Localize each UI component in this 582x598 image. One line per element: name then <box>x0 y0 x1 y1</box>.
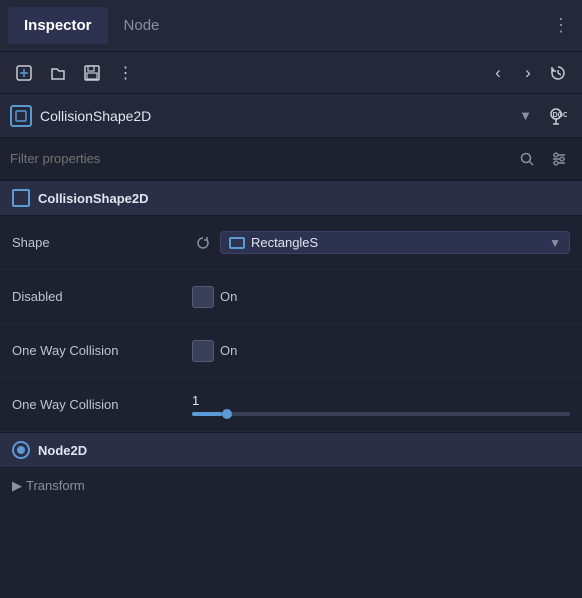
node2d-header-label: Node2D <box>38 443 87 458</box>
slider-thumb[interactable] <box>222 409 232 419</box>
one-way-collision-margin-row: One Way Collision 1 <box>0 378 582 432</box>
filter-bar <box>0 138 582 180</box>
disabled-property-row: Disabled On <box>0 270 582 324</box>
shape-dropdown-label: RectangleS <box>251 235 543 250</box>
node-selector: CollisionShape2D ▼ DOC <box>0 94 582 138</box>
nav-group: ‹ › <box>484 59 572 87</box>
one-way-collision-toggle-label: On <box>220 343 237 358</box>
transform-label: Transform <box>26 478 85 493</box>
toolbar: ⋮ ‹ › <box>0 52 582 94</box>
collision-shape-header-icon <box>12 189 30 207</box>
settings-icon[interactable] <box>546 146 572 172</box>
collision-shape-section-header: CollisionShape2D <box>0 180 582 216</box>
expand-arrow-icon: ▶ <box>12 478 22 494</box>
tab-node[interactable]: Node <box>108 7 176 44</box>
disabled-toggle-label: On <box>220 289 237 304</box>
more-options-icon[interactable]: ⋮ <box>112 59 140 87</box>
node2d-section-header: Node2D <box>0 432 582 468</box>
slider-fill <box>192 412 222 416</box>
shape-value: RectangleS ▼ <box>192 231 570 254</box>
collision-shape-header-label: CollisionShape2D <box>38 191 149 206</box>
node2d-dot <box>17 446 25 454</box>
shape-dropdown[interactable]: RectangleS ▼ <box>220 231 570 254</box>
svg-text:DOC: DOC <box>553 112 568 119</box>
one-way-collision-margin-value-area: 1 <box>192 393 570 416</box>
filter-icons <box>514 146 572 172</box>
node-type-label: CollisionShape2D <box>40 108 511 124</box>
shape-property-row: Shape RectangleS ▼ <box>0 216 582 270</box>
save-icon[interactable] <box>78 59 106 87</box>
tab-more-icon[interactable]: ⋮ <box>552 15 572 36</box>
node-type-icon <box>10 105 32 127</box>
tab-bar: Inspector Node ⋮ <box>0 0 582 52</box>
one-way-collision-checkbox[interactable] <box>192 340 214 362</box>
new-script-icon[interactable] <box>10 59 38 87</box>
history-icon[interactable] <box>544 59 572 87</box>
tab-inspector[interactable]: Inspector <box>8 7 108 44</box>
shape-reset-icon[interactable] <box>192 232 214 254</box>
one-way-collision-label: One Way Collision <box>12 343 192 358</box>
one-way-collision-value: On <box>192 340 570 362</box>
filter-input[interactable] <box>10 151 506 166</box>
disabled-value: On <box>192 286 570 308</box>
slider-track[interactable] <box>192 412 570 416</box>
shape-dropdown-arrow: ▼ <box>549 236 561 250</box>
node2d-header-icon <box>12 441 30 459</box>
transform-expand[interactable]: ▶ Transform <box>12 478 85 494</box>
one-way-collision-margin-label: One Way Collision <box>12 397 192 412</box>
one-way-collision-property-row: One Way Collision On <box>0 324 582 378</box>
disabled-checkbox[interactable] <box>192 286 214 308</box>
nav-forward-button[interactable]: › <box>514 59 542 87</box>
one-way-collision-margin-value: 1 <box>192 393 570 408</box>
nav-back-button[interactable]: ‹ <box>484 59 512 87</box>
node-selector-dropdown-icon[interactable]: ▼ <box>519 108 532 123</box>
doc-icon[interactable]: DOC <box>540 100 572 132</box>
bottom-partial-row: ▶ Transform <box>0 468 582 502</box>
shape-dropdown-icon <box>229 237 245 249</box>
search-icon[interactable] <box>514 146 540 172</box>
shape-label: Shape <box>12 235 192 250</box>
disabled-label: Disabled <box>12 289 192 304</box>
open-file-icon[interactable] <box>44 59 72 87</box>
